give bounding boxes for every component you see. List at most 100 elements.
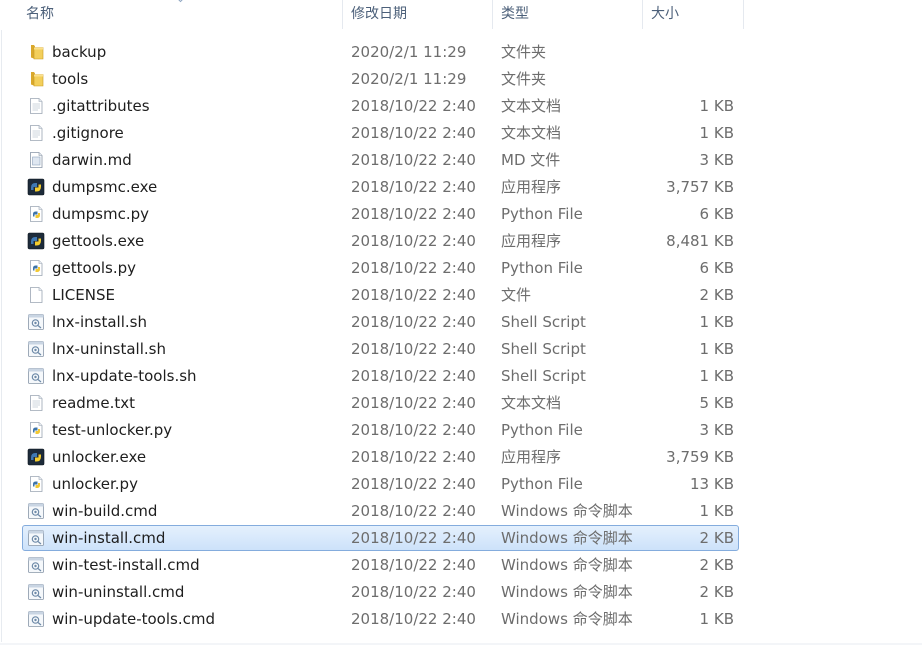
column-header-type[interactable]: 类型 [495,0,642,29]
file-name: darwin.md [52,151,132,169]
file-modified-date: 2018/10/22 2:40 [351,502,476,520]
file-size: 2 KB [699,556,734,574]
file-size: 3 KB [699,421,734,439]
column-header-type-label: 类型 [501,6,529,22]
file-size: 13 KB [690,475,734,493]
file-modified-date: 2020/2/1 11:29 [351,70,467,88]
text-file-icon [27,124,45,142]
file-size: 6 KB [699,259,734,277]
file-row[interactable]: darwin.md 2018/10/22 2:40 MD 文件 3 KB [22,147,739,173]
file-row[interactable]: backup 2020/2/1 11:29 文件夹 [22,39,739,65]
file-name: win-build.cmd [52,502,158,520]
file-size: 3,759 KB [666,448,734,466]
file-row[interactable]: lnx-install.sh 2018/10/22 2:40 Shell Scrip… [22,309,739,335]
file-type: Shell Script [501,367,586,385]
file-modified-date: 2018/10/22 2:40 [351,286,476,304]
folder-icon [27,43,45,61]
file-row[interactable]: gettools.py 2018/10/22 2:40 Python File 6 K… [22,255,739,281]
file-modified-date: 2018/10/22 2:40 [351,529,476,547]
file-size: 1 KB [699,340,734,358]
file-row[interactable]: tools 2020/2/1 11:29 文件夹 [22,66,739,92]
file-modified-date: 2018/10/22 2:40 [351,556,476,574]
column-divider[interactable] [743,0,744,29]
file-row[interactable]: .gitattributes 2018/10/22 2:40 文本文档 1 KB [22,93,739,119]
column-divider[interactable] [342,0,343,29]
column-divider[interactable] [642,0,643,29]
file-name: lnx-install.sh [52,313,147,331]
file-row[interactable]: dumpsmc.exe 2018/10/22 2:40 应用程序 3,757 KB [22,174,739,200]
script-file-icon [27,367,45,385]
column-header-date[interactable]: 修改日期 [345,0,492,29]
file-type: 应用程序 [501,178,562,196]
script-file-icon [27,313,45,331]
file-row[interactable]: dumpsmc.py 2018/10/22 2:40 Python File 6 KB [22,201,739,227]
file-modified-date: 2018/10/22 2:40 [351,340,476,358]
file-row[interactable]: win-update-tools.cmd 2018/10/22 2:40 Windo… [22,606,739,632]
file-type: 文本文档 [501,97,562,115]
column-header-size-label: 大小 [651,6,679,22]
file-type: 文件夹 [501,70,547,88]
file-row[interactable]: win-build.cmd 2018/10/22 2:40 Windows 命令脚本… [22,498,739,524]
file-row[interactable]: .gitignore 2018/10/22 2:40 文本文档 1 KB [22,120,739,146]
file-type: 文本文档 [501,394,562,412]
file-row[interactable]: LICENSE 2018/10/22 2:40 文件 2 KB [22,282,739,308]
file-row[interactable]: win-install.cmd 2018/10/22 2:40 Windows 命令… [22,525,739,551]
file-size: 2 KB [699,583,734,601]
column-divider[interactable] [492,0,493,29]
file-size: 6 KB [699,205,734,223]
file-size: 3,757 KB [666,178,734,196]
file-modified-date: 2018/10/22 2:40 [351,475,476,493]
python-file-icon [27,205,45,223]
file-name: test-unlocker.py [52,421,173,439]
file-name: gettools.py [52,259,137,277]
file-name: LICENSE [52,286,115,304]
file-size: 1 KB [699,313,734,331]
file-size: 1 KB [699,610,734,628]
script-file-icon [27,529,45,547]
file-name: win-update-tools.cmd [52,610,215,628]
file-row[interactable]: win-test-install.cmd 2018/10/22 2:40 Windo… [22,552,739,578]
file-type: 应用程序 [501,232,562,250]
file-type: 应用程序 [501,448,562,466]
file-row[interactable]: readme.txt 2018/10/22 2:40 文本文档 5 KB [22,390,739,416]
file-row[interactable]: unlocker.exe 2018/10/22 2:40 应用程序 3,759 KB [22,444,739,470]
file-row[interactable]: win-uninstall.cmd 2018/10/22 2:40 Windows … [22,579,739,605]
python-file-icon [27,259,45,277]
file-row[interactable]: lnx-update-tools.sh 2018/10/22 2:40 Shell … [22,363,739,389]
column-header-name[interactable]: 名称 [20,0,342,29]
python-exe-icon [27,178,45,196]
file-type: Windows 命令脚本 [501,556,633,574]
file-type: Shell Script [501,340,586,358]
file-row[interactable]: test-unlocker.py 2018/10/22 2:40 Python Fi… [22,417,739,443]
file-type: Shell Script [501,313,586,331]
file-modified-date: 2018/10/22 2:40 [351,313,476,331]
file-row[interactable]: unlocker.py 2018/10/22 2:40 Python File 13 … [22,471,739,497]
file-name: lnx-update-tools.sh [52,367,197,385]
column-header-bar: 名称 修改日期 类型 大小 [0,0,922,29]
file-row[interactable]: gettools.exe 2018/10/22 2:40 应用程序 8,481 KB [22,228,739,254]
file-name: gettools.exe [52,232,145,250]
file-modified-date: 2018/10/22 2:40 [351,97,476,115]
file-size: 2 KB [699,529,734,547]
file-name: win-install.cmd [52,529,166,547]
script-file-icon [27,502,45,520]
file-size: 1 KB [699,124,734,142]
pane-border [1,30,2,642]
file-modified-date: 2018/10/22 2:40 [351,610,476,628]
script-file-icon [27,340,45,358]
file-modified-date: 2018/10/22 2:40 [351,367,476,385]
file-size: 8,481 KB [666,232,734,250]
file-name: lnx-uninstall.sh [52,340,166,358]
column-header-date-label: 修改日期 [351,6,407,22]
file-modified-date: 2018/10/22 2:40 [351,394,476,412]
column-header-size[interactable]: 大小 [645,0,743,29]
file-modified-date: 2018/10/22 2:40 [351,583,476,601]
file-size: 1 KB [699,367,734,385]
md-file-icon [27,151,45,169]
file-name: unlocker.exe [52,448,147,466]
script-file-icon [27,610,45,628]
file-modified-date: 2018/10/22 2:40 [351,421,476,439]
file-type: 文本文档 [501,124,562,142]
text-file-icon [27,97,45,115]
file-row[interactable]: lnx-uninstall.sh 2018/10/22 2:40 Shell Scr… [22,336,739,362]
